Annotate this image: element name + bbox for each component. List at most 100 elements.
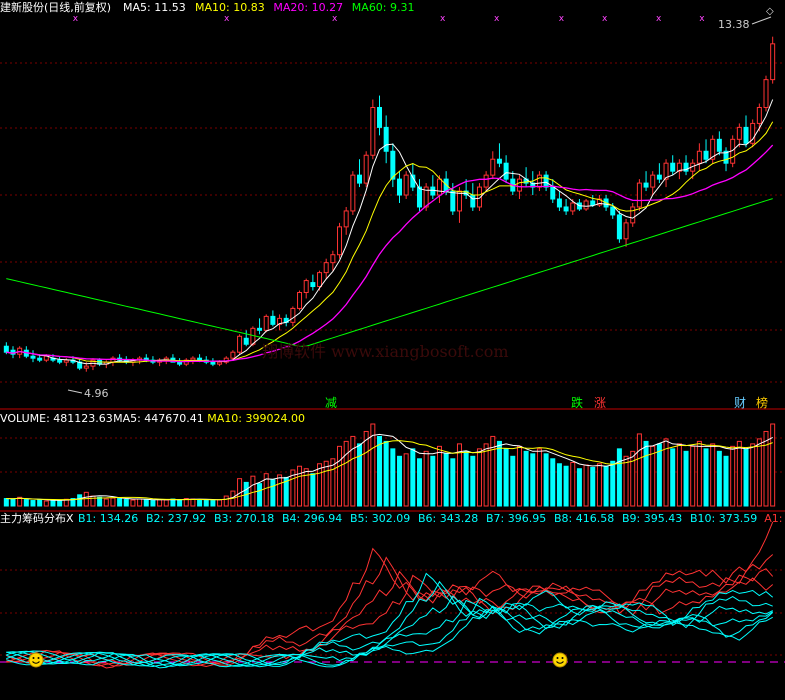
- volume-bar: [250, 475, 256, 507]
- candle: [323, 258, 329, 279]
- volume-bar: [30, 500, 36, 507]
- indicator-header-label: A1: 134.26: [764, 512, 785, 525]
- volume-bar: [343, 440, 349, 507]
- volume-bar: [450, 458, 456, 507]
- volume-bar: [503, 448, 509, 507]
- scroll-diamond-icon[interactable]: ◇: [766, 6, 774, 17]
- candle: [416, 179, 422, 211]
- candle: [643, 171, 649, 192]
- candle: [456, 187, 462, 223]
- signal-label: 财: [734, 396, 746, 410]
- volume-bar: [463, 450, 469, 507]
- distribution-wave: [6, 554, 774, 667]
- candle: [263, 314, 269, 333]
- volume-bar: [143, 499, 149, 507]
- candle: [763, 75, 769, 112]
- volume-bar: [690, 445, 696, 507]
- volume-bar: [563, 465, 569, 507]
- volume-bar: [476, 448, 482, 507]
- volume-bar: [223, 495, 229, 507]
- candle: [430, 175, 436, 200]
- volume-bar: [696, 440, 702, 507]
- candle: [403, 171, 409, 200]
- candle: [703, 139, 709, 164]
- volume-bar: [530, 453, 536, 507]
- volume-bar: [163, 499, 169, 507]
- candle: [616, 210, 622, 243]
- candle: [396, 171, 402, 203]
- volume-bar: [3, 498, 9, 507]
- volume-bar: [416, 458, 422, 507]
- candle: [343, 206, 349, 235]
- smiley-icon: [552, 652, 568, 668]
- stock-chart[interactable]: 建新股份(日线,前复权) MA5: 11.53 MA10: 10.83 MA20: 1…: [0, 0, 785, 700]
- volume-bar: [390, 448, 396, 507]
- volume-bar: [543, 453, 549, 507]
- candle: [623, 218, 629, 247]
- volume-bar: [576, 468, 582, 507]
- volume-bar: [210, 500, 216, 507]
- volume-bar: [377, 435, 383, 507]
- signal-marker: x: [656, 14, 662, 24]
- indicator-header-label: B3: 270.18: [214, 512, 274, 525]
- volume-bar: [363, 430, 369, 507]
- ma-label: MA10: 10.83: [195, 1, 265, 14]
- volume-bar: [443, 453, 449, 507]
- volume-bar: [10, 498, 16, 507]
- volume-header-label: MA10: 399024.00: [207, 412, 305, 425]
- candle: [750, 119, 756, 148]
- volume-bar: [257, 483, 263, 507]
- indicator-header-label: 主力筹码分布X: [0, 511, 74, 525]
- volume-bar: [57, 500, 63, 507]
- volume-bar: [596, 463, 602, 507]
- candle: [550, 179, 556, 203]
- volume-bar: [297, 465, 303, 507]
- candle: [663, 159, 669, 188]
- candle: [496, 143, 502, 168]
- candle: [370, 99, 376, 160]
- low-price-label: 4.96: [84, 387, 109, 400]
- signal-marker: x: [440, 14, 446, 24]
- ma-label: MA60: 9.31: [352, 1, 415, 14]
- volume-bar: [403, 453, 409, 507]
- volume-header-label: MA5: 447670.41: [113, 412, 204, 425]
- volume-bar: [590, 466, 596, 507]
- volume-bar: [203, 499, 209, 507]
- candle: [716, 131, 722, 156]
- volume-bar: [270, 479, 276, 507]
- candle: [556, 191, 562, 211]
- candle: [257, 318, 263, 335]
- candle: [350, 171, 356, 215]
- candle: [363, 151, 369, 188]
- indicator-header-label: B2: 237.92: [146, 512, 206, 525]
- candle: [283, 314, 289, 327]
- volume-bar: [603, 465, 609, 507]
- candle: [710, 135, 716, 164]
- volume-bar: [636, 433, 642, 507]
- candle: [90, 358, 96, 371]
- candle: [277, 314, 283, 331]
- volume-bar: [110, 497, 116, 507]
- volume-bar: [570, 462, 576, 507]
- signal-marker: x: [73, 14, 79, 24]
- volume-bar: [150, 500, 156, 507]
- volume-bar: [710, 443, 716, 507]
- candle: [503, 155, 509, 184]
- volume-bar: [470, 455, 476, 507]
- volume-bar: [496, 440, 502, 507]
- volume-bar: [436, 445, 442, 507]
- indicator-header-label: B10: 373.59: [690, 512, 757, 525]
- candle: [30, 350, 36, 363]
- volume-bar: [730, 445, 736, 507]
- candle: [656, 163, 662, 184]
- volume-header-label: VOLUME: 481123.63: [0, 412, 113, 425]
- volume-bar: [770, 423, 776, 507]
- indicator-header-label: B6: 343.28: [418, 512, 478, 525]
- candle: [770, 36, 776, 84]
- volume-bar: [317, 463, 323, 507]
- volume-bar: [676, 443, 682, 507]
- candle: [696, 143, 702, 172]
- candle: [303, 278, 309, 299]
- signal-marker: x: [332, 14, 338, 24]
- candle: [596, 195, 602, 207]
